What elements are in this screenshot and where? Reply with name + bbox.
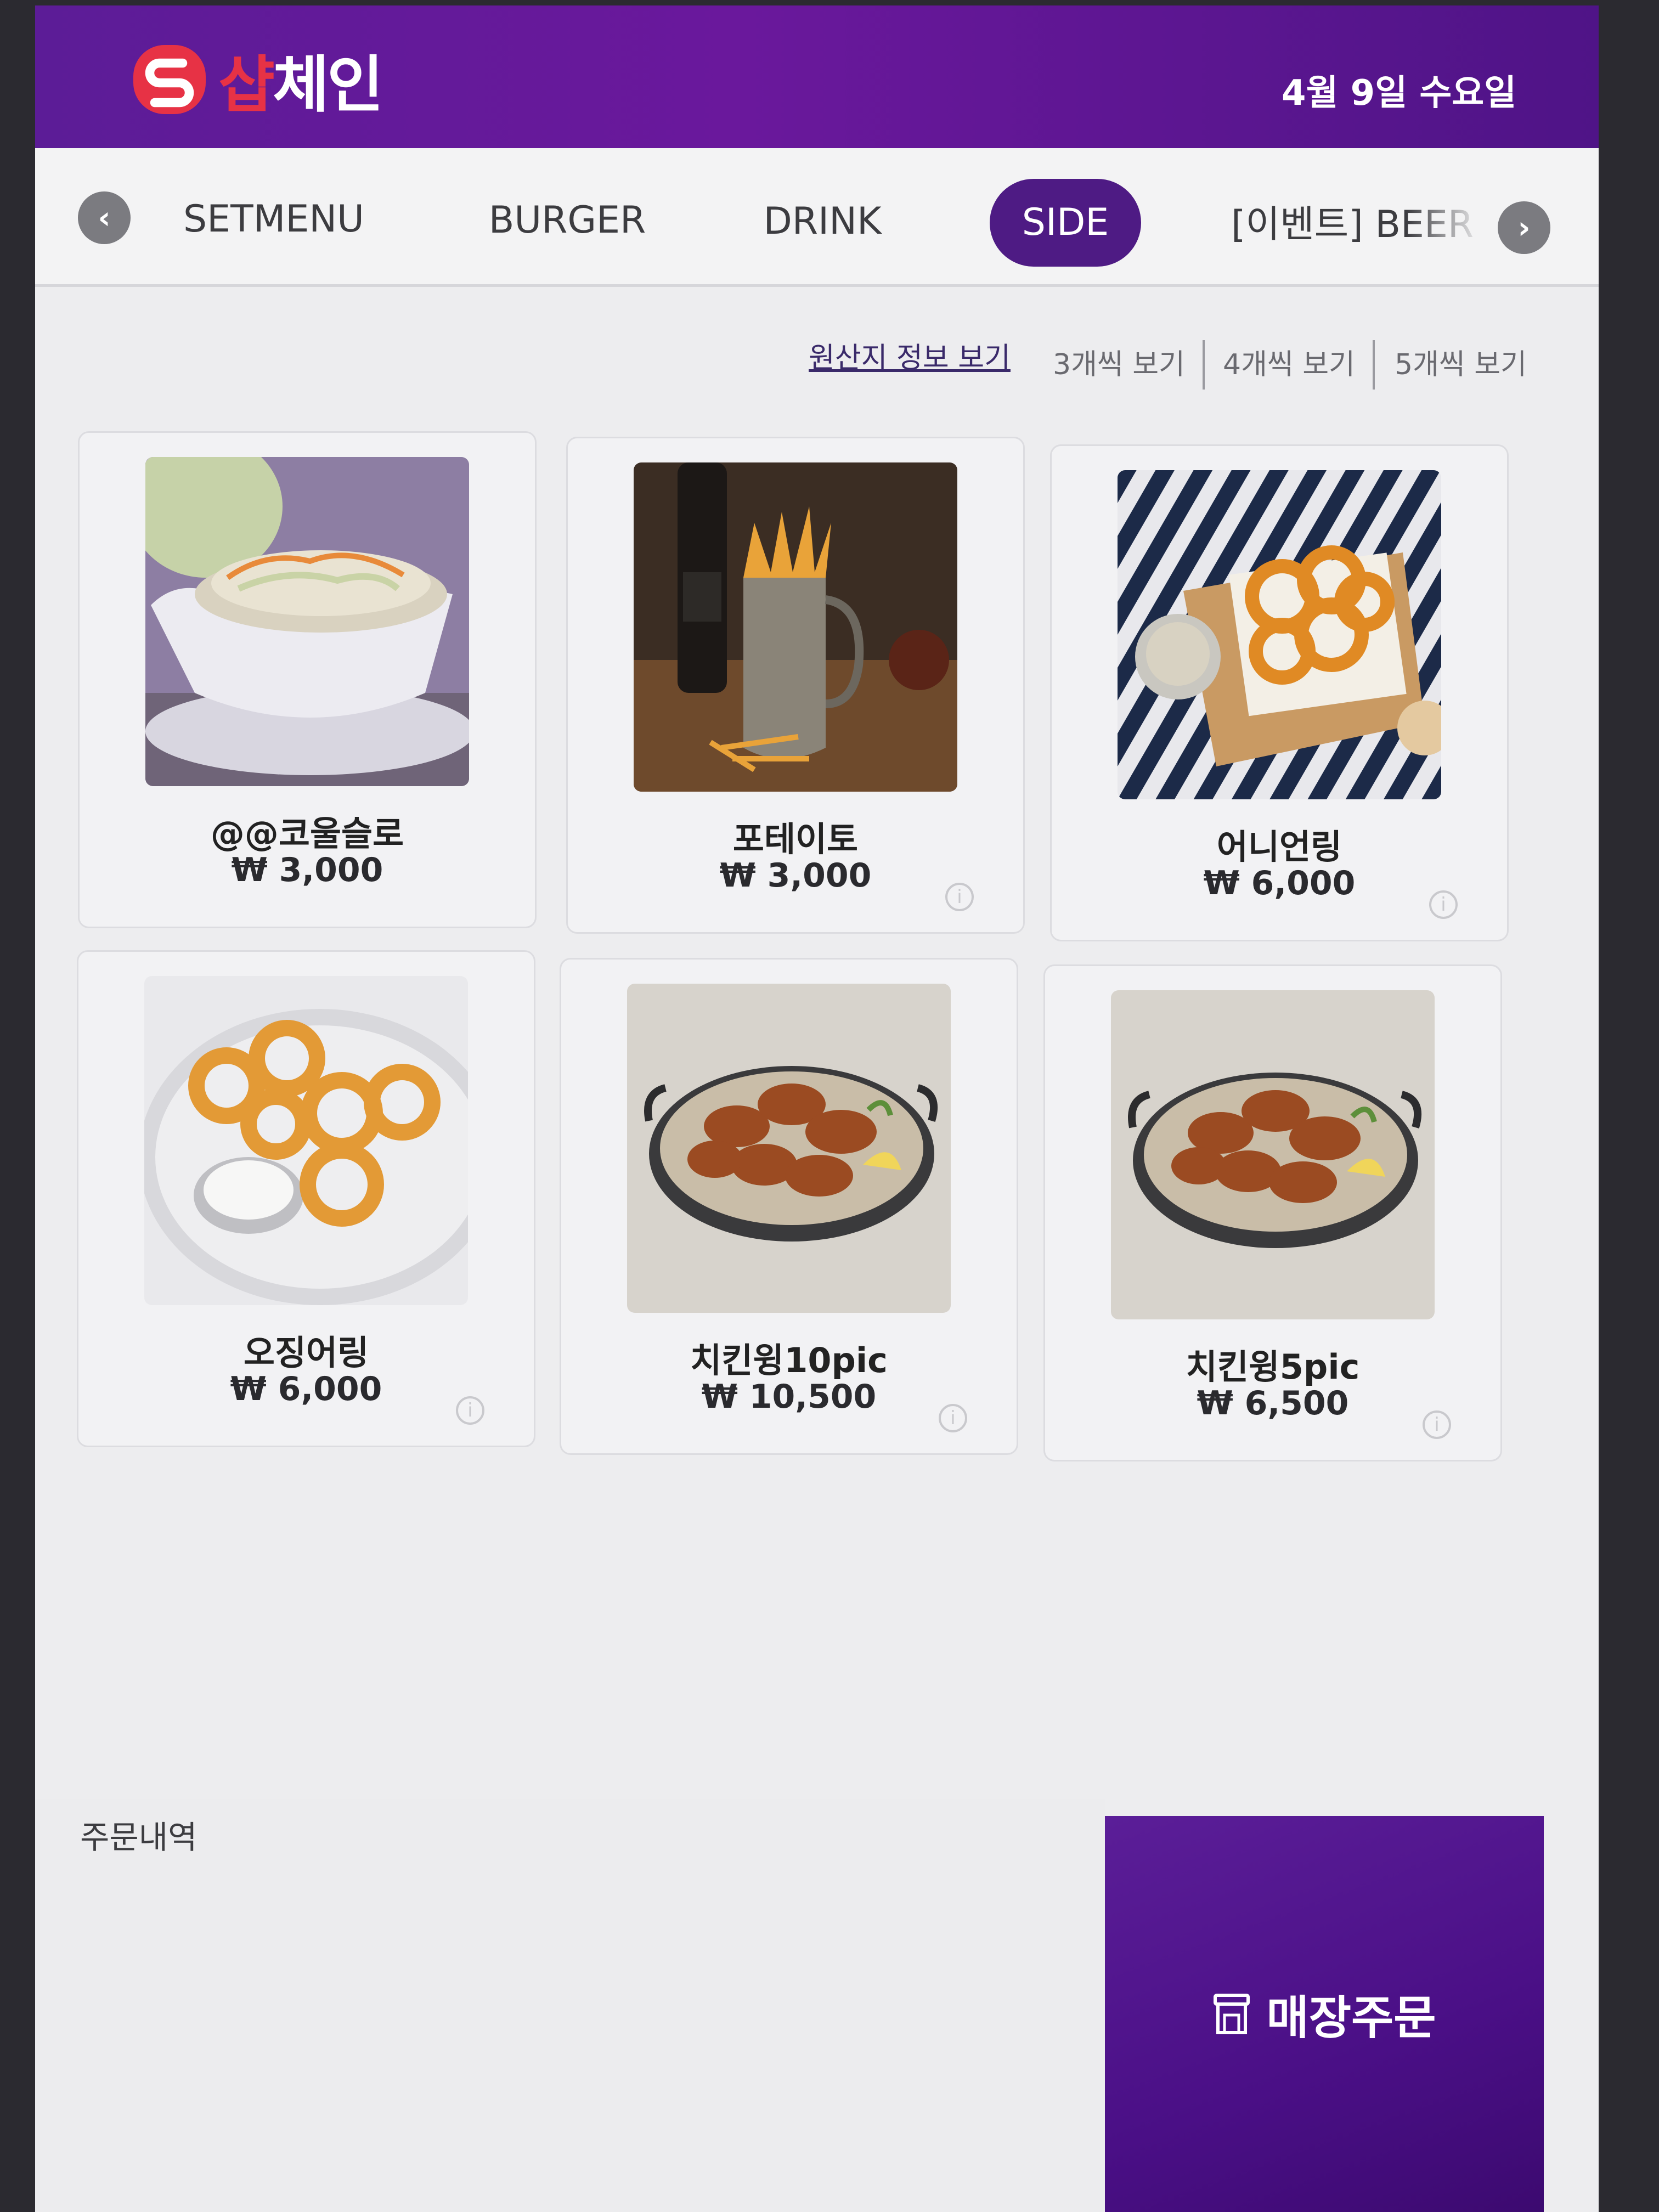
- store-order-label: 매장주문: [1266, 1990, 1436, 2045]
- info-icon[interactable]: i: [945, 883, 974, 911]
- store-order-button[interactable]: 매장주문: [1105, 1816, 1544, 2212]
- product-image-coleslaw: [145, 457, 469, 786]
- view-5-per-row[interactable]: 5개씩 보기: [1395, 341, 1527, 382]
- product-card-chicken-wing-10[interactable]: 치킨윙10pic ₩ 10,500 i: [560, 958, 1018, 1455]
- product-card-squid-rings[interactable]: 오징어링 ₩ 6,000 i: [77, 950, 535, 1447]
- info-icon[interactable]: i: [456, 1396, 484, 1425]
- view-3-per-row[interactable]: 3개씩 보기: [1053, 341, 1185, 382]
- logo-text-red: 샵: [218, 49, 275, 121]
- tab-fade-overlay: [1407, 181, 1483, 269]
- product-name: 오징어링: [243, 1333, 369, 1373]
- product-card-onion-rings[interactable]: 어니언링 ₩ 6,000 i: [1050, 444, 1509, 941]
- tab-drink[interactable]: DRINK: [748, 178, 896, 266]
- info-icon[interactable]: i: [1423, 1410, 1451, 1439]
- product-card-coleslaw[interactable]: @@코울슬로 ₩ 3,000: [78, 431, 537, 928]
- product-name: 어니언링: [1216, 827, 1342, 867]
- product-image-onion-rings: [1118, 470, 1441, 799]
- chevron-right-icon[interactable]: ›: [1498, 201, 1550, 254]
- brand-logo: 샵체인: [128, 35, 383, 124]
- divider: [1203, 340, 1205, 390]
- kiosk-screen: 샵체인 4월 9일 수요일 ‹ SETMENU BURGER DRINK SID…: [35, 5, 1599, 2212]
- product-name: @@코울슬로: [210, 814, 404, 854]
- product-card-chicken-wing-5[interactable]: 치킨윙5pic ₩ 6,500 i: [1043, 964, 1502, 1462]
- info-icon[interactable]: i: [939, 1404, 967, 1432]
- product-image-chicken-wing-5: [1111, 990, 1435, 1319]
- product-name: 포테이토: [732, 819, 859, 859]
- product-price: ₩ 3,000: [231, 851, 383, 889]
- logo-wordmark: 샵체인: [218, 35, 383, 124]
- order-list-title: 주문내역: [80, 1819, 198, 1856]
- category-tab-bar: ‹ SETMENU BURGER DRINK SIDE [이벤트] BEER ›: [35, 148, 1599, 287]
- store-icon: [1214, 1994, 1250, 2034]
- order-list-panel: [35, 1799, 1105, 2212]
- product-image-potato: [634, 462, 957, 792]
- product-name: 치킨윙5pic: [1186, 1347, 1360, 1387]
- current-date: 4월 9일 수요일: [1281, 73, 1516, 114]
- origin-info-link[interactable]: 원산지 정보 보기: [809, 335, 1011, 376]
- info-icon[interactable]: i: [1429, 890, 1458, 919]
- chevron-left-icon[interactable]: ‹: [78, 191, 131, 244]
- logo-s-icon: [133, 45, 206, 114]
- tab-setmenu[interactable]: SETMENU: [183, 176, 364, 263]
- product-card-potato[interactable]: 포테이토 ₩ 3,000 i: [566, 437, 1025, 934]
- tab-burger[interactable]: BURGER: [474, 177, 661, 264]
- divider: [1373, 340, 1375, 390]
- product-image-squid-rings: [144, 976, 468, 1305]
- tab-side[interactable]: SIDE: [990, 179, 1141, 267]
- header-bar: 샵체인 4월 9일 수요일: [35, 5, 1599, 148]
- product-name: 치킨윙10pic: [690, 1340, 888, 1380]
- view-4-per-row[interactable]: 4개씩 보기: [1223, 341, 1355, 382]
- logo-text-white: 체인: [273, 49, 383, 121]
- product-image-chicken-wing-10: [627, 984, 951, 1313]
